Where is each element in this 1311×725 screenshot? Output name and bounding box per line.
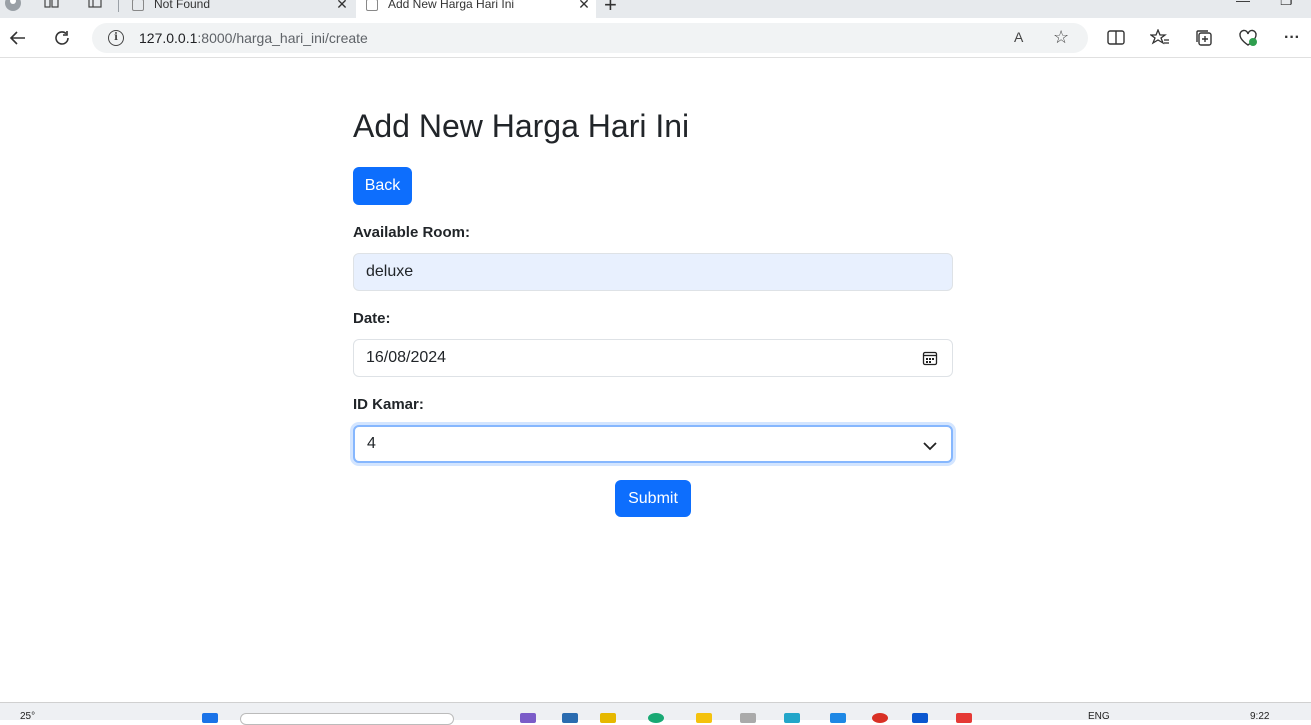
tab-strip: Not Found ✕ Add New Harga Hari Ini ✕ + —… — [0, 0, 1311, 18]
available-room-value: deluxe — [366, 263, 414, 280]
page-title: Add New Harga Hari Ini — [353, 108, 690, 144]
date-value: 16/08/2024 — [366, 349, 447, 366]
favorite-star-icon[interactable]: ☆ — [1053, 27, 1069, 48]
site-info-icon[interactable]: i — [108, 30, 124, 46]
profile-icon[interactable] — [4, 0, 22, 15]
tab-label: Add New Harga Hari Ini — [388, 0, 515, 11]
back-button[interactable]: Back — [353, 167, 412, 205]
folder-icon[interactable] — [600, 713, 616, 723]
id-kamar-select[interactable]: 4 — [353, 425, 953, 463]
vertical-tabs-icon[interactable] — [88, 0, 102, 12]
tab-not-found[interactable]: Not Found ✕ — [122, 0, 354, 18]
tab-separator — [118, 0, 119, 12]
url-text[interactable]: 127.0.0.1:8000/harga_hari_ini/create — [139, 30, 368, 46]
tab-add-new-harga[interactable]: Add New Harga Hari Ini ✕ — [356, 0, 596, 18]
app-icon[interactable] — [872, 713, 888, 723]
clock-time[interactable]: 9:22 — [1250, 711, 1269, 722]
date-label: Date: — [353, 310, 391, 327]
close-icon[interactable]: ✕ — [572, 0, 596, 13]
app-icon[interactable] — [956, 713, 972, 723]
available-room-label: Available Room: — [353, 224, 470, 241]
tab-label: Not Found — [154, 0, 211, 11]
favorites-icon[interactable] — [1148, 26, 1172, 50]
app-icon[interactable] — [562, 713, 578, 723]
taskbar-search[interactable] — [240, 713, 454, 725]
weather-text[interactable]: 25° — [20, 711, 35, 722]
page-icon — [366, 0, 378, 11]
more-options-icon[interactable]: ··· — [1280, 26, 1304, 50]
collections-icon[interactable] — [1192, 26, 1216, 50]
split-screen-icon[interactable] — [1104, 26, 1128, 50]
address-bar[interactable]: i 127.0.0.1:8000/harga_hari_ini/create A… — [92, 23, 1088, 53]
read-aloud-icon[interactable]: A — [1014, 29, 1023, 45]
minimize-icon[interactable]: — — [1236, 0, 1250, 8]
app-icon[interactable] — [696, 713, 712, 723]
submit-button[interactable]: Submit — [615, 480, 691, 517]
browser-toolbar: i 127.0.0.1:8000/harga_hari_ini/create A… — [0, 18, 1311, 58]
refresh-icon[interactable] — [50, 26, 74, 50]
workspaces-icon[interactable] — [44, 0, 60, 12]
date-field[interactable]: 16/08/2024 — [353, 339, 953, 377]
available-room-field[interactable]: deluxe — [353, 253, 953, 291]
app-icon[interactable] — [740, 713, 756, 723]
language-indicator[interactable]: ENG — [1088, 711, 1110, 722]
app-icon[interactable] — [830, 713, 846, 723]
chevron-down-icon — [923, 438, 937, 456]
app-icon[interactable] — [520, 713, 536, 723]
app-icon[interactable] — [784, 713, 800, 723]
back-arrow-icon[interactable] — [6, 26, 30, 50]
app-icon[interactable] — [912, 713, 928, 723]
calendar-icon[interactable] — [922, 350, 938, 371]
close-icon[interactable]: ✕ — [330, 0, 354, 13]
restore-icon[interactable]: ❐ — [1280, 0, 1293, 9]
taskbar: 25° ENG 9:22 — [0, 702, 1311, 725]
new-tab-button[interactable]: + — [604, 0, 617, 18]
id-kamar-value: 4 — [367, 435, 376, 452]
id-kamar-label: ID Kamar: — [353, 396, 424, 413]
browser-essentials-icon[interactable] — [1236, 26, 1260, 50]
edge-icon[interactable] — [648, 713, 664, 723]
page-icon — [132, 0, 144, 11]
start-icon[interactable] — [202, 713, 218, 723]
